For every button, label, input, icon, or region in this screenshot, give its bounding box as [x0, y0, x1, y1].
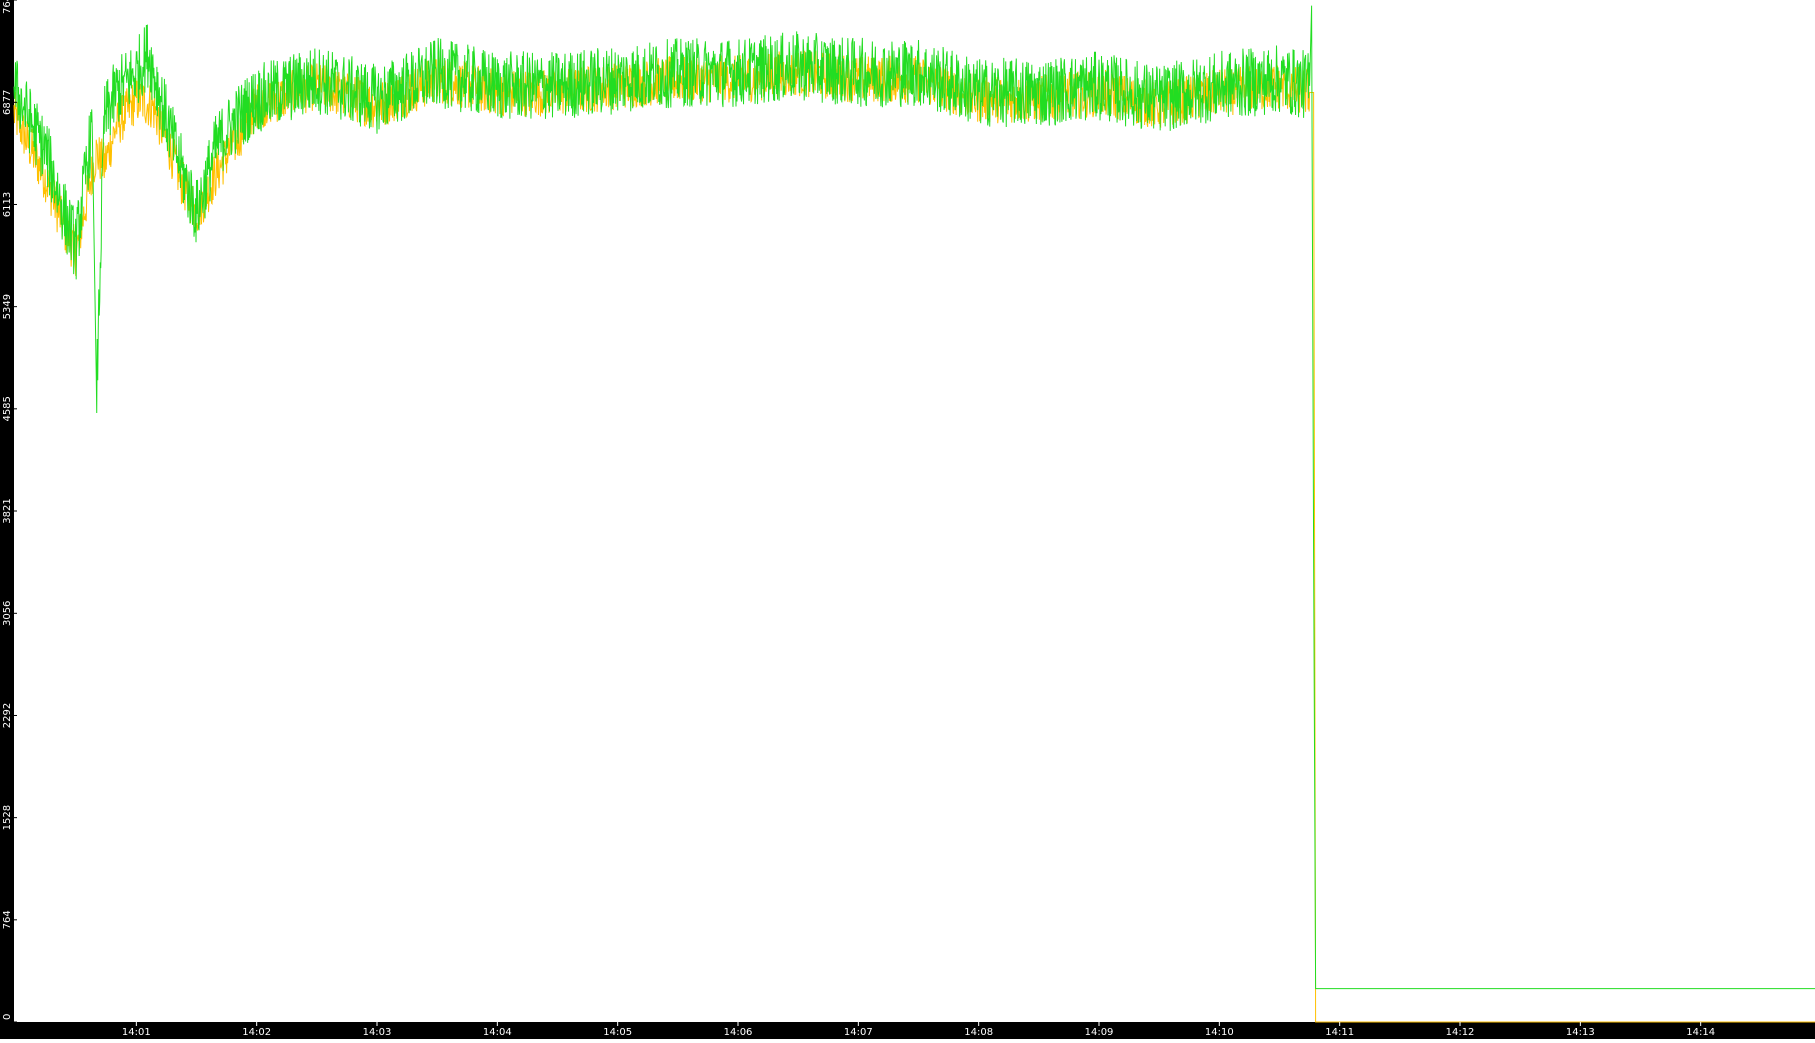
- x-tick-label: 14:12: [1446, 1027, 1475, 1038]
- y-tick-label: 4585: [2, 396, 13, 421]
- x-tick-label: 14:11: [1325, 1027, 1354, 1038]
- plot-area: [13, 5, 1815, 1023]
- y-tick-label: 3056: [2, 601, 13, 626]
- x-tick-label: 14:13: [1566, 1027, 1595, 1038]
- x-tick-label: 14:06: [724, 1027, 753, 1038]
- x-tick-label: 14:01: [122, 1027, 151, 1038]
- series-line-1: [13, 50, 1815, 1023]
- y-tick-label: 6877: [2, 90, 13, 115]
- chart-svg: 0 764 1528 2292 3056 3821 4585 5349 6113 6877 7642…: [0, 0, 1815, 1039]
- y-tick-label: 7642: [2, 0, 13, 14]
- x-tick-label: 14:07: [844, 1027, 873, 1038]
- x-tick-label: 14:09: [1085, 1027, 1114, 1038]
- x-tick-label: 14:14: [1686, 1027, 1715, 1038]
- y-tick-label: 3821: [2, 498, 13, 523]
- x-tick-label: 14:02: [242, 1027, 271, 1038]
- y-tick-label: 0: [2, 1014, 13, 1020]
- x-tick-label: 14:05: [603, 1027, 632, 1038]
- x-tick-label: 14:08: [964, 1027, 993, 1038]
- y-tick-label: 5349: [2, 294, 13, 319]
- y-tick-label: 764: [2, 910, 13, 929]
- y-tick-label: 2292: [2, 703, 13, 728]
- x-axis-panel: [0, 1022, 1815, 1039]
- y-tick-label: 1528: [2, 805, 13, 830]
- series-line-2: [13, 5, 1815, 990]
- x-tick-label: 14:04: [483, 1027, 512, 1038]
- axes: 0 764 1528 2292 3056 3821 4585 5349 6113 6877 7642…: [2, 0, 1715, 1038]
- x-tick-label: 14:03: [363, 1027, 392, 1038]
- time-series-chart: 0 764 1528 2292 3056 3821 4585 5349 6113 6877 7642…: [0, 0, 1815, 1039]
- y-tick-label: 6113: [2, 192, 13, 217]
- x-tick-label: 14:10: [1205, 1027, 1234, 1038]
